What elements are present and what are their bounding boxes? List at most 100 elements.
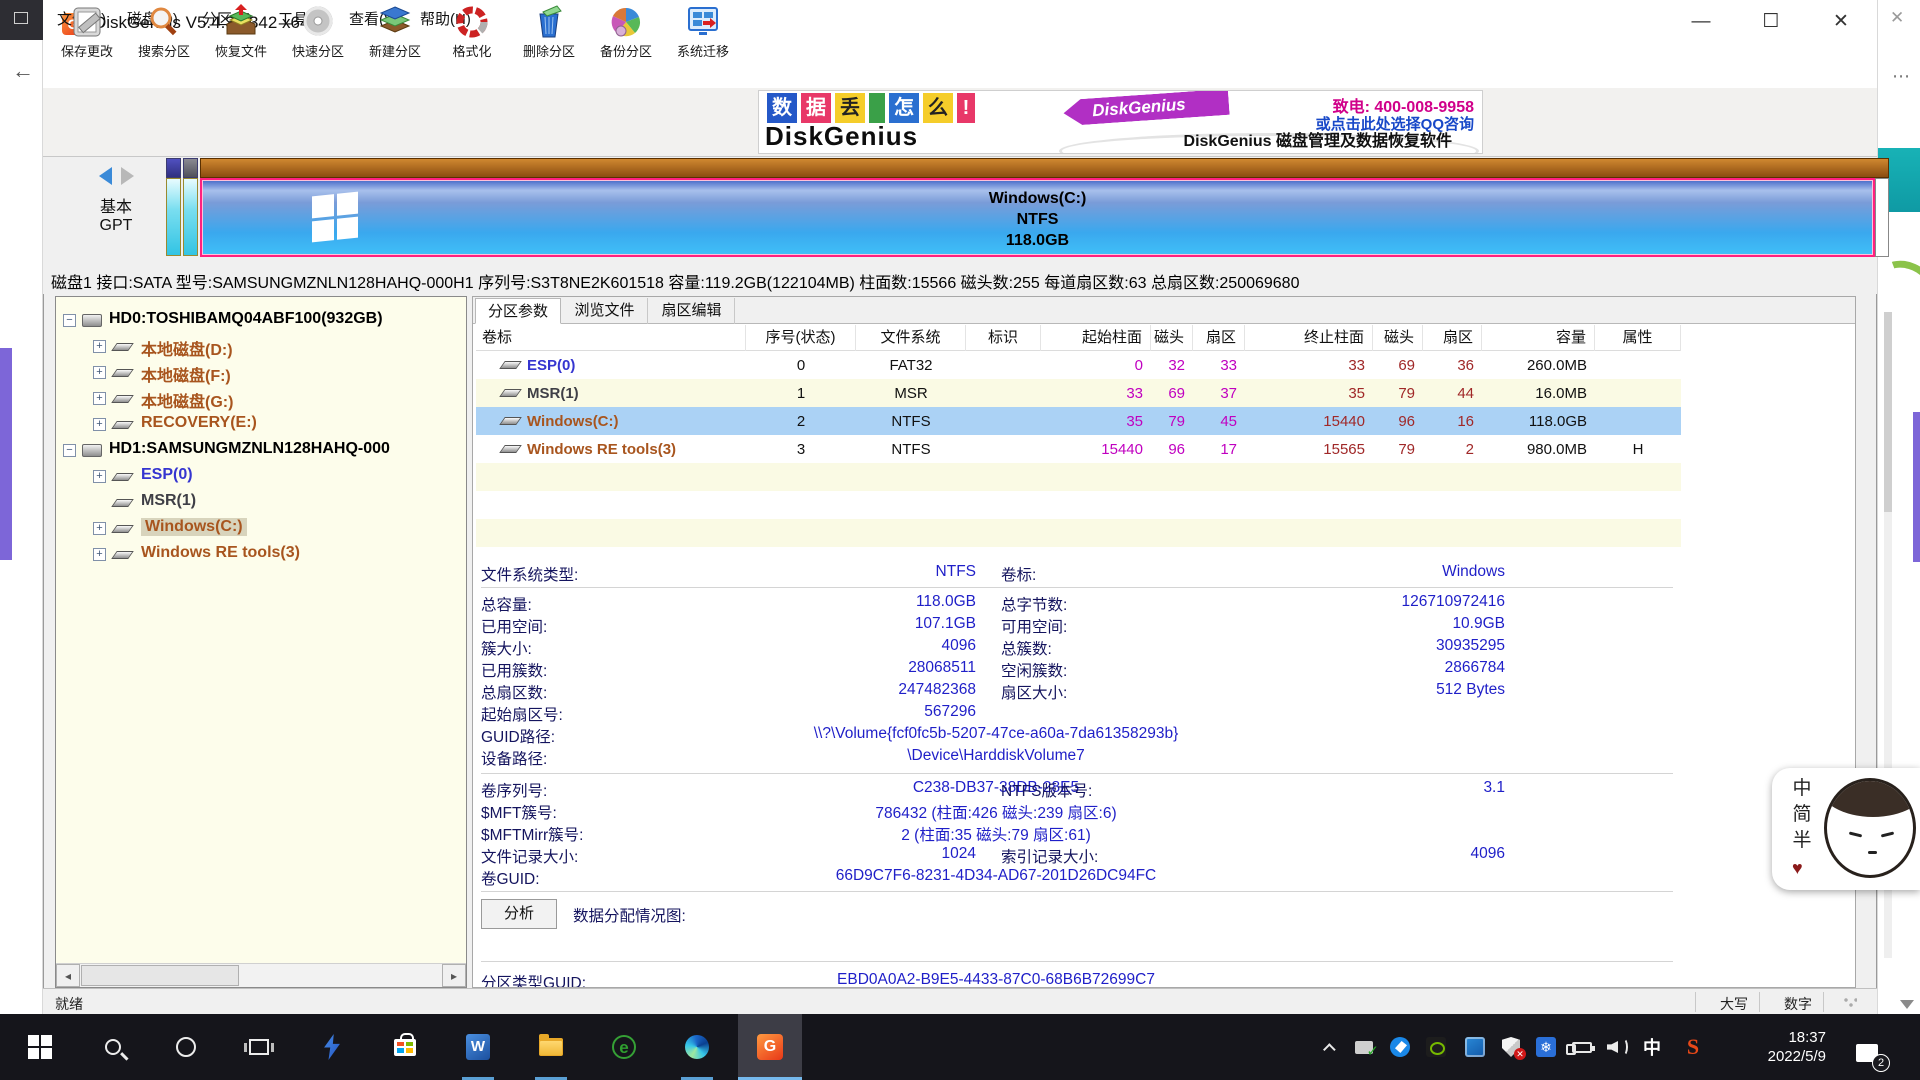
tray-printer[interactable] — [1349, 1032, 1379, 1062]
col-end-sector[interactable]: 扇区 — [1423, 325, 1482, 351]
table-row-windows-c-selected[interactable]: Windows(C:) 2 NTFS 35 79 45 15440 96 16 … — [476, 407, 1681, 435]
expand-icon[interactable]: + — [93, 548, 106, 561]
taskbar-app-store[interactable] — [373, 1014, 437, 1080]
status-capslock: 大写 — [1703, 994, 1765, 1014]
taskbar-app-browser[interactable]: e — [592, 1014, 656, 1080]
security-alert-badge: ✕ — [1514, 1048, 1526, 1060]
system-migration-button[interactable]: 系统迁移 — [666, 2, 740, 66]
tree-item-local-g[interactable]: + 本地磁盘(G:) — [56, 385, 466, 411]
recover-files-button[interactable]: 恢复文件 — [204, 2, 278, 66]
col-flag[interactable]: 标识 — [966, 325, 1041, 351]
col-volume-label[interactable]: 卷标 — [476, 325, 746, 351]
tree-item-hd0[interactable]: − HD0:TOSHIBAMQ04ABF100(932GB) — [56, 307, 466, 333]
tree-item-local-f[interactable]: + 本地磁盘(F:) — [56, 359, 466, 385]
tray-sogou[interactable]: S — [1678, 1032, 1708, 1062]
minimize-button[interactable]: — — [1678, 0, 1724, 44]
expand-icon[interactable]: + — [93, 470, 106, 483]
tree-item-windows-re[interactable]: + Windows RE tools(3) — [56, 541, 466, 567]
partition-detail-panel: 分区参数 浏览文件 扇区编辑 卷标 序号(状态) 文件系统 标识 起始柱面 磁头… — [472, 296, 1856, 988]
expand-icon[interactable]: + — [93, 418, 106, 431]
tree-item-esp[interactable]: + ESP(0) — [56, 463, 466, 489]
tray-chevron-button[interactable] — [1316, 1032, 1346, 1062]
taskbar-app-word[interactable]: W — [446, 1014, 510, 1080]
windows-c-partition-block[interactable]: Windows(C:) NTFS 118.0GB — [200, 178, 1875, 257]
resize-grip[interactable] — [1843, 997, 1857, 1011]
col-filesystem[interactable]: 文件系统 — [856, 325, 966, 351]
format-button[interactable]: 格式化 — [435, 2, 509, 66]
col-end-cylinder[interactable]: 终止柱面 — [1245, 325, 1373, 351]
scrollbar-thumb[interactable] — [81, 965, 239, 986]
tab-browse-files[interactable]: 浏览文件 — [562, 298, 648, 324]
tree-item-recovery-e[interactable]: + RECOVERY(E:) — [56, 411, 466, 437]
taskbar-app-diskgenius-active[interactable]: G — [738, 1014, 802, 1080]
snowflake-icon: ❄ — [1536, 1037, 1556, 1057]
tray-messenger[interactable] — [1385, 1032, 1415, 1062]
toolbar-button-label: 系统迁移 — [666, 41, 740, 60]
scroll-right-arrow[interactable]: ▸ — [442, 964, 466, 987]
taskbar-app-edge[interactable] — [665, 1014, 729, 1080]
ad-banner[interactable]: 数 据 丢 怎 么 ! DiskGenius DiskGenius 致电: 40… — [758, 90, 1483, 154]
backup-partition-icon — [608, 4, 644, 40]
task-view-button[interactable] — [227, 1014, 291, 1080]
disk-partition-map: Windows(C:) NTFS 118.0GB — [166, 158, 1889, 257]
save-changes-button[interactable]: 保存更改 — [50, 2, 124, 66]
analyze-button[interactable]: 分析 — [481, 899, 557, 929]
tab-sector-edit[interactable]: 扇区编辑 — [649, 298, 735, 324]
new-partition-button[interactable]: 新建分区 — [358, 2, 432, 66]
taskbar-search-button[interactable] — [81, 1014, 145, 1080]
col-index-status[interactable]: 序号(状态) — [746, 325, 856, 351]
expand-icon[interactable]: + — [93, 366, 106, 379]
tray-nvidia[interactable] — [1421, 1032, 1451, 1062]
esp-partition-strip[interactable] — [166, 178, 181, 256]
tree-item-windows-c[interactable]: + Windows(C:) — [56, 515, 466, 541]
scroll-left-arrow[interactable]: ◂ — [56, 964, 80, 987]
detail-row: 文件系统类型:NTFS 卷标:Windows — [473, 563, 1673, 585]
col-start-head[interactable]: 磁头 — [1151, 325, 1193, 351]
detail-row: 卷GUID:66D9C7F6-8231-4D34-AD67-201D26DC94… — [473, 867, 1673, 889]
taskbar-app-flash[interactable] — [300, 1014, 364, 1080]
col-end-head[interactable]: 磁头 — [1373, 325, 1423, 351]
table-row-windows-re[interactable]: Windows RE tools(3) 3 NTFS 15440 96 17 1… — [476, 435, 1681, 463]
cortana-button[interactable] — [154, 1014, 218, 1080]
prev-disk-arrow-icon[interactable] — [99, 167, 112, 185]
tray-ime-indicator[interactable]: 中 — [1637, 1032, 1667, 1062]
ime-skin-widget[interactable]: 中 简 半 ♥ — [1772, 768, 1920, 890]
quick-partition-button[interactable]: 快速分区 — [281, 2, 355, 66]
start-button[interactable] — [8, 1014, 72, 1080]
maximize-button[interactable]: ☐ — [1748, 0, 1794, 44]
expand-icon[interactable]: + — [93, 522, 106, 535]
tray-volume[interactable] — [1603, 1032, 1633, 1062]
tab-partition-params[interactable]: 分区参数 — [475, 298, 561, 324]
collapse-icon[interactable]: − — [63, 314, 76, 327]
backup-partition-button[interactable]: 备份分区 — [589, 2, 663, 66]
collapse-icon[interactable]: − — [63, 444, 76, 457]
close-button[interactable]: ✕ — [1818, 0, 1864, 44]
taskbar-clock[interactable]: 18:37 2022/5/9 — [1736, 1028, 1826, 1066]
partition-icon — [499, 445, 522, 453]
expand-icon[interactable]: + — [93, 340, 106, 353]
expand-icon[interactable]: + — [93, 392, 106, 405]
col-attributes[interactable]: 属性 — [1595, 325, 1681, 351]
tray-power[interactable] — [1567, 1032, 1597, 1062]
detail-row: 已用空间:107.1GB 可用空间:10.9GB — [473, 615, 1673, 637]
detail-row: $MFTMirr簇号:2 (柱面:35 磁头:79 扇区:61) — [473, 823, 1673, 845]
table-row-esp[interactable]: ESP(0) 0 FAT32 0 32 33 33 69 36 260.0MB — [476, 351, 1681, 379]
next-disk-arrow-icon[interactable] — [121, 167, 134, 185]
search-partition-button[interactable]: 搜索分区 — [127, 2, 201, 66]
col-start-sector[interactable]: 扇区 — [1193, 325, 1245, 351]
col-start-cylinder[interactable]: 起始柱面 — [1041, 325, 1151, 351]
msr-partition-strip[interactable] — [183, 178, 198, 256]
tray-intel-graphics[interactable] — [1460, 1032, 1490, 1062]
word-icon: W — [466, 1034, 490, 1060]
tray-snowflake-app[interactable]: ❄ — [1531, 1032, 1561, 1062]
tray-defender[interactable]: ✕ — [1496, 1032, 1526, 1062]
tree-horizontal-scrollbar[interactable]: ◂ ▸ — [56, 963, 466, 987]
tree-item-hd1[interactable]: − HD1:SAMSUNGMZNLN128HAHQ-000 — [56, 437, 466, 463]
delete-partition-button[interactable]: 删除分区 — [512, 2, 586, 66]
tree-item-msr[interactable]: MSR(1) — [56, 489, 466, 515]
recovery-partition-block[interactable] — [1875, 178, 1889, 257]
taskbar-app-explorer[interactable] — [519, 1014, 583, 1080]
table-row-msr[interactable]: MSR(1) 1 MSR 33 69 37 35 79 44 16.0MB — [476, 379, 1681, 407]
tree-item-local-d[interactable]: + 本地磁盘(D:) — [56, 333, 466, 359]
col-capacity[interactable]: 容量 — [1482, 325, 1595, 351]
